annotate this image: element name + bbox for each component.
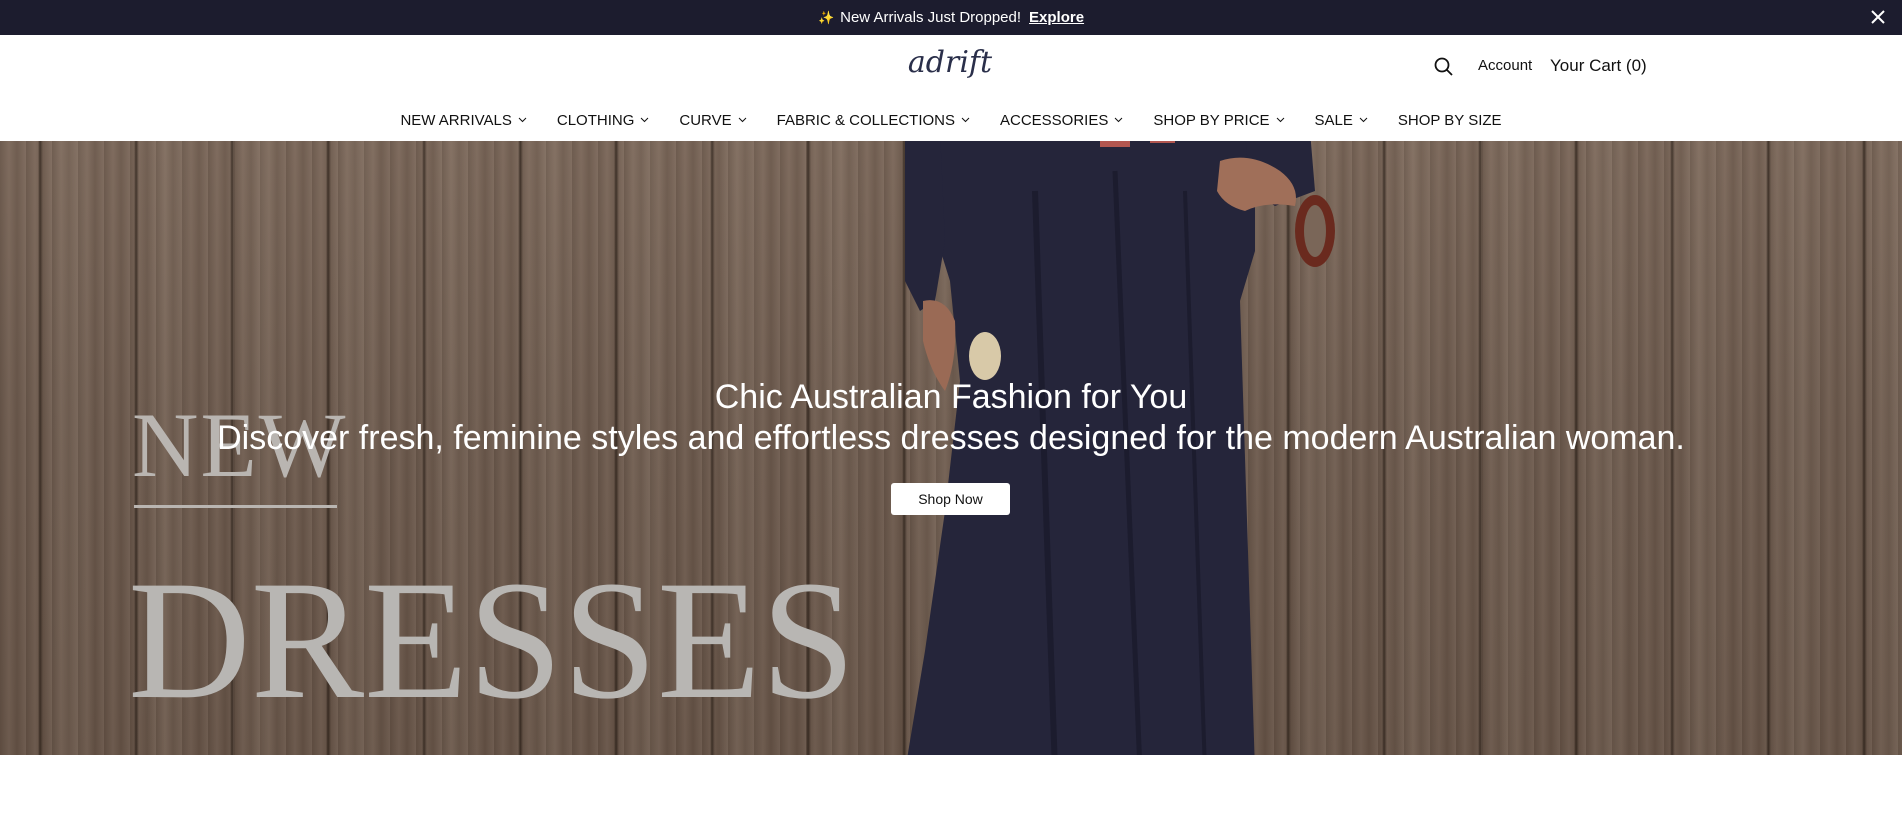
logo-text: adrift [907,45,993,80]
announcement-text: New Arrivals Just Dropped! [840,9,1022,26]
hero-overlay-dresses: DRESSES [128,546,856,734]
nav-item-clothing[interactable]: CLOTHING [557,112,650,129]
announcement-explore-link[interactable]: Explore [1029,9,1084,26]
nav-item-shop-by-size[interactable]: SHOP BY SIZE [1398,112,1502,129]
hero-headline: Chic Australian Fashion for You [714,378,1188,416]
cart-link[interactable]: Your Cart (0) [1550,56,1647,76]
sparkle-icon: ✨ [817,9,835,25]
chevron-down-icon [1115,117,1123,123]
nav-item-label: CURVE [679,111,732,129]
chevron-down-icon [961,117,970,123]
chevron-down-icon [1276,117,1284,123]
chevron-down-icon [1359,117,1368,123]
chevron-down-icon [641,117,649,123]
hero-banner[interactable]: NEW DRESSES Chic Australian Fashion for … [0,141,1902,755]
account-link[interactable]: Account [1478,57,1532,74]
hero-overlay-underline [134,505,337,508]
nav-item-curve[interactable]: CURVE [679,112,746,129]
nav-item-fabric-collections[interactable]: FABRIC & COLLECTIONS [777,112,970,129]
nav-item-label: SALE [1314,111,1353,129]
nav-item-shop-by-price[interactable]: SHOP BY PRICE [1153,112,1284,129]
shop-now-button[interactable]: Shop Now [891,483,1010,515]
chevron-down-icon [518,117,527,123]
announcement-bar: ✨ New Arrivals Just Dropped! Explore [0,0,1902,35]
nav-item-label: CLOTHING [556,111,635,129]
nav-item-label: FABRIC & COLLECTIONS [776,111,955,129]
close-icon[interactable] [1868,7,1888,27]
chevron-down-icon [738,117,746,123]
hero-subline: Discover fresh, feminine styles and effo… [217,419,1685,457]
main-nav: NEW ARRIVALS CLOTHING CURVE FABRIC & COL… [0,107,1902,133]
logo[interactable]: adrift [905,41,995,91]
nav-item-sale[interactable]: SALE [1315,112,1368,129]
nav-item-label: NEW ARRIVALS [400,111,512,129]
nav-item-new-arrivals[interactable]: NEW ARRIVALS [400,111,527,129]
nav-item-label: SHOP BY SIZE [1397,111,1502,129]
nav-item-accessories[interactable]: ACCESSORIES [1000,112,1123,129]
nav-item-label: ACCESSORIES [1000,111,1109,129]
site-header: adrift Account Your Cart (0) NEW ARRIVAL… [0,35,1902,140]
nav-item-label: SHOP BY PRICE [1153,111,1270,129]
search-icon[interactable] [1433,56,1455,78]
